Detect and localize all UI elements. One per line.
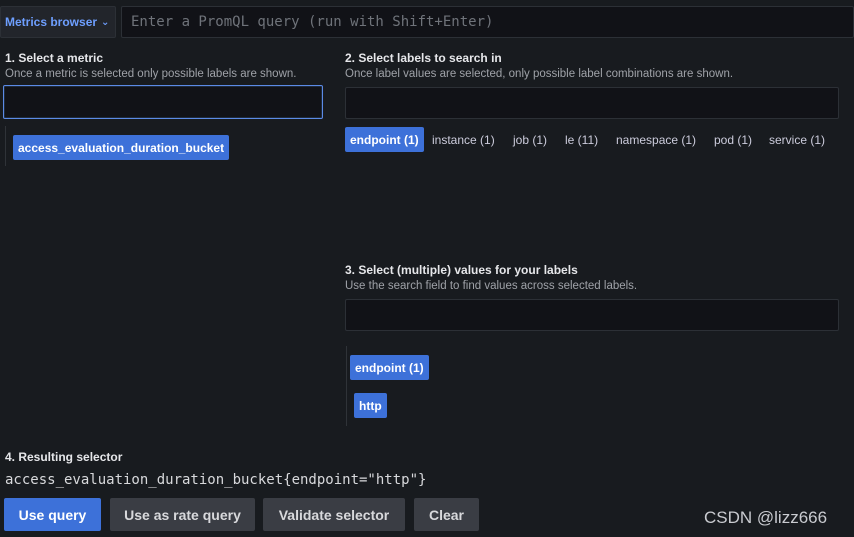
label-option-pod[interactable]: pod (1): [714, 127, 752, 152]
metric-item[interactable]: access_evaluation_duration_bucket: [13, 135, 230, 160]
use-rate-query-button[interactable]: Use as rate query: [110, 498, 255, 531]
value-list-border: [346, 346, 347, 426]
use-query-button[interactable]: Use query: [4, 498, 101, 531]
step3-title: 3. Select (multiple) values for your lab…: [345, 263, 578, 277]
value-group-label[interactable]: endpoint (1): [350, 355, 429, 380]
step2-title: 2. Select labels to search in: [345, 51, 502, 65]
label-option-instance[interactable]: instance (1): [432, 127, 495, 152]
label-option-le[interactable]: le (11): [565, 127, 598, 152]
metrics-browser-label: Metrics browser: [5, 15, 98, 29]
promql-query-input[interactable]: Enter a PromQL query (run with Shift+Ent…: [121, 6, 854, 38]
value-search-input[interactable]: [345, 299, 839, 331]
metrics-browser-button[interactable]: Metrics browser ⌄: [0, 6, 116, 38]
metric-search-input[interactable]: [3, 85, 323, 119]
label-option-endpoint[interactable]: endpoint (1): [345, 127, 424, 152]
step4-title: 4. Resulting selector: [5, 450, 123, 464]
metric-list-border: [5, 126, 6, 166]
step3-description: Use the search field to find values acro…: [345, 280, 638, 292]
step2-description: Once label values are selected, only pos…: [345, 68, 734, 80]
step1-description: Once a metric is selected only possible …: [5, 68, 297, 80]
clear-button[interactable]: Clear: [414, 498, 479, 531]
label-option-job[interactable]: job (1): [513, 127, 547, 152]
watermark: CSDN @lizz666: [704, 508, 828, 527]
query-placeholder: Enter a PromQL query (run with Shift+Ent…: [131, 14, 494, 30]
validate-selector-button[interactable]: Validate selector: [263, 498, 405, 531]
value-item-http[interactable]: http: [354, 393, 387, 418]
resulting-selector: access_evaluation_duration_bucket{endpoi…: [5, 472, 427, 488]
label-option-namespace[interactable]: namespace (1): [616, 127, 696, 152]
label-search-input[interactable]: [345, 87, 839, 119]
chevron-down-icon: ⌄: [101, 16, 110, 28]
query-toolbar: Metrics browser ⌄ Enter a PromQL query (…: [0, 0, 854, 44]
metrics-browser-panel: Metrics browser ⌄ Enter a PromQL query (…: [0, 0, 854, 537]
step1-title: 1. Select a metric: [5, 51, 104, 65]
label-option-service[interactable]: service (1): [769, 127, 825, 152]
